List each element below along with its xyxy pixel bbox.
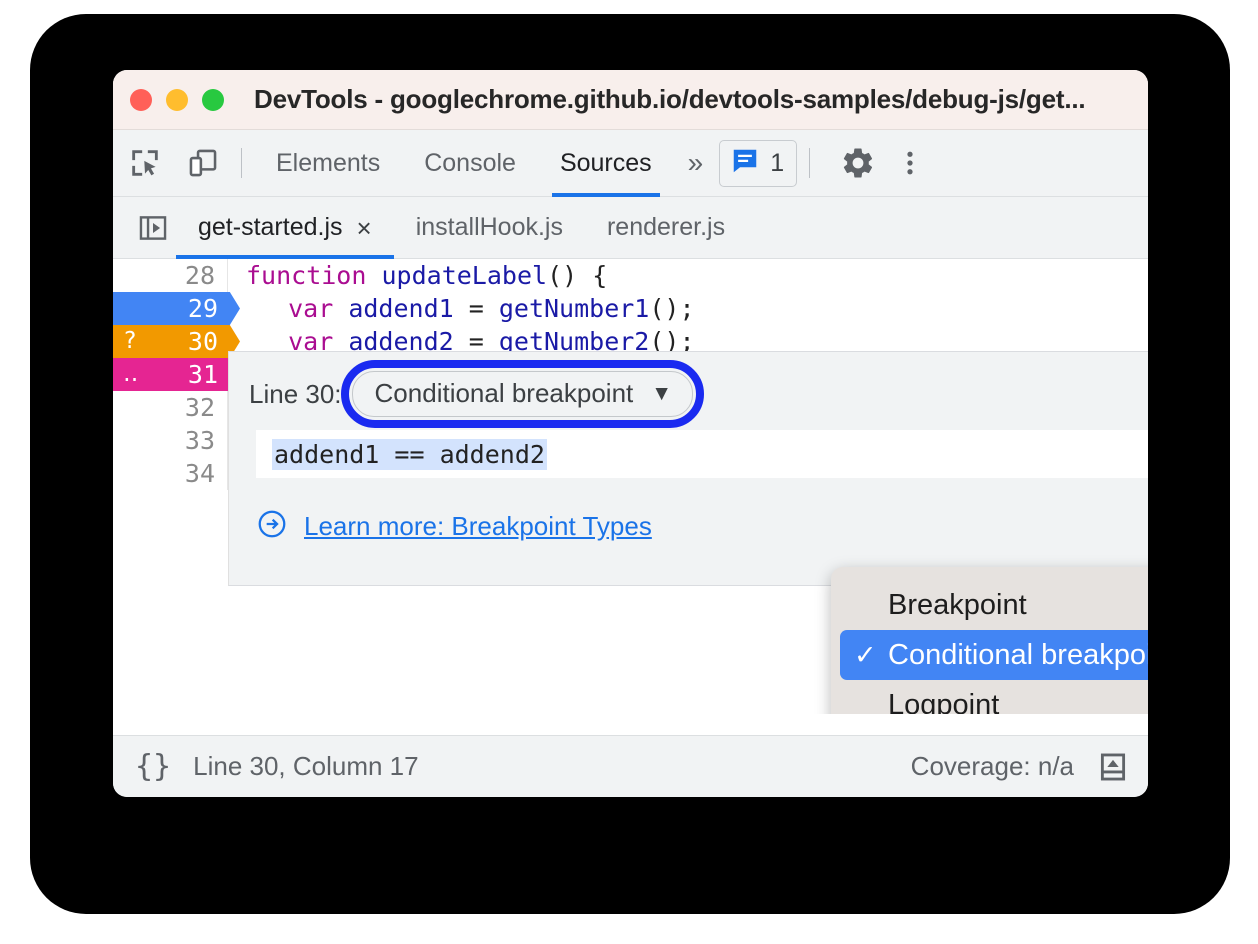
inspect-element-icon[interactable]: [119, 137, 171, 189]
show-navigator-icon[interactable]: [130, 205, 176, 251]
dropdown-item-logpoint[interactable]: Logpoint: [840, 680, 1148, 715]
breakpoint-line-label: Line 30:: [249, 378, 342, 409]
breakpoint-marker[interactable]: ? 30: [113, 325, 240, 358]
file-tab-label: installHook.js: [415, 213, 563, 241]
breakpoint-condition-input[interactable]: addend1 == addend2: [256, 430, 1148, 478]
file-tab-renderer[interactable]: renderer.js: [585, 197, 747, 259]
arrow-circle-icon: [256, 508, 288, 544]
code-editor[interactable]: 28 function updateLabel() {29 var addend1…: [113, 259, 1148, 714]
dropdown-item-label: Logpoint: [888, 688, 1000, 715]
line-number[interactable]: 34: [113, 457, 228, 490]
breakpoint-glyph: ‥: [123, 361, 139, 387]
breakpoint-type-value: Conditional breakpoint: [374, 378, 634, 408]
learn-more-link[interactable]: Learn more: Breakpoint Types: [304, 511, 652, 542]
file-tab-get-started[interactable]: get-started.js ×: [176, 197, 394, 259]
zoom-window-button[interactable]: [202, 88, 224, 111]
breakpoint-type-select-wrapper: Conditional breakpoint ▼: [340, 360, 705, 428]
kebab-menu-icon[interactable]: [884, 137, 936, 189]
dropdown-item-label: Conditional breakpoint: [888, 638, 1148, 671]
breakpoint-type-dropdown: Breakpoint ✓ Conditional breakpoint Logp…: [831, 567, 1148, 714]
line-number[interactable]: 33: [113, 424, 228, 457]
code-token: ();: [649, 294, 695, 323]
code-token: var: [288, 294, 334, 323]
code-token: addend1: [348, 294, 454, 323]
file-tab-label: renderer.js: [606, 213, 726, 241]
dropdown-item-conditional-breakpoint[interactable]: ✓ Conditional breakpoint: [840, 630, 1148, 680]
code-token: () {: [547, 261, 608, 290]
toolbar-divider-2: [809, 148, 811, 178]
tab-elements[interactable]: Elements: [254, 130, 402, 197]
message-bubble-icon: [730, 146, 760, 181]
close-window-button[interactable]: [130, 88, 152, 111]
coverage-status: Coverage: n/a: [910, 751, 1074, 781]
breakpoint-marker[interactable]: 29: [113, 292, 240, 325]
line-number[interactable]: 32: [113, 391, 228, 424]
code-token: getNumber1: [498, 294, 650, 323]
window-title: DevTools - googlechrome.github.io/devtoo…: [254, 84, 1086, 114]
devtools-toolbar: Elements Console Sources » 1: [113, 130, 1148, 197]
gear-icon[interactable]: [832, 137, 884, 189]
breakpoint-condition-value: addend1 == addend2: [272, 438, 547, 470]
console-messages-button[interactable]: 1: [719, 139, 798, 187]
breakpoint-type-row: Line 30: Conditional breakpoint ▼: [229, 352, 1148, 428]
code-line: 28 function updateLabel() {: [113, 259, 1148, 292]
chevron-down-icon: ▼: [651, 381, 673, 405]
code-token: updateLabel: [381, 261, 548, 290]
status-bar: {} Line 30, Column 17 Coverage: n/a: [113, 735, 1148, 797]
code-line-text: function updateLabel() {: [228, 261, 607, 290]
code-line: 29 var addend1 = getNumber1();: [113, 292, 1148, 325]
code-line-text: var addend1 = getNumber1();: [240, 294, 695, 323]
code-token: function: [246, 261, 367, 290]
dropdown-item-label: Breakpoint: [888, 588, 1027, 621]
breakpoint-glyph: ?: [123, 328, 137, 354]
breakpoint-marker[interactable]: ‥ 31: [113, 358, 240, 391]
check-icon: ✓: [854, 639, 877, 670]
learn-more-row: Learn more: Breakpoint Types: [256, 508, 1148, 544]
file-tab-installhook[interactable]: installHook.js: [394, 197, 585, 259]
toolbar-divider: [241, 148, 242, 178]
pretty-print-icon[interactable]: {}: [135, 749, 171, 784]
cursor-position: Line 30, Column 17: [193, 751, 419, 781]
show-drawer-icon[interactable]: [1096, 750, 1130, 784]
close-icon[interactable]: ×: [357, 215, 372, 241]
tab-console[interactable]: Console: [402, 130, 538, 197]
breakpoint-editor-panel: Line 30: Conditional breakpoint ▼ addend…: [228, 351, 1148, 586]
more-panels-icon[interactable]: »: [674, 147, 714, 179]
tab-sources[interactable]: Sources: [538, 130, 674, 197]
dropdown-item-breakpoint[interactable]: Breakpoint: [840, 580, 1148, 630]
device-toolbar-icon[interactable]: [177, 137, 229, 189]
line-number[interactable]: 28: [113, 259, 228, 292]
breakpoint-type-select[interactable]: Conditional breakpoint ▼: [351, 371, 694, 417]
title-bar: DevTools - googlechrome.github.io/devtoo…: [113, 70, 1148, 130]
code-token: =: [453, 294, 499, 323]
console-message-count: 1: [770, 148, 785, 177]
file-tab-label: get-started.js: [198, 213, 343, 241]
minimize-window-button[interactable]: [166, 88, 188, 111]
file-tab-strip: get-started.js × installHook.js renderer…: [113, 197, 1148, 259]
devtools-window: DevTools - googlechrome.github.io/devtoo…: [113, 70, 1148, 797]
